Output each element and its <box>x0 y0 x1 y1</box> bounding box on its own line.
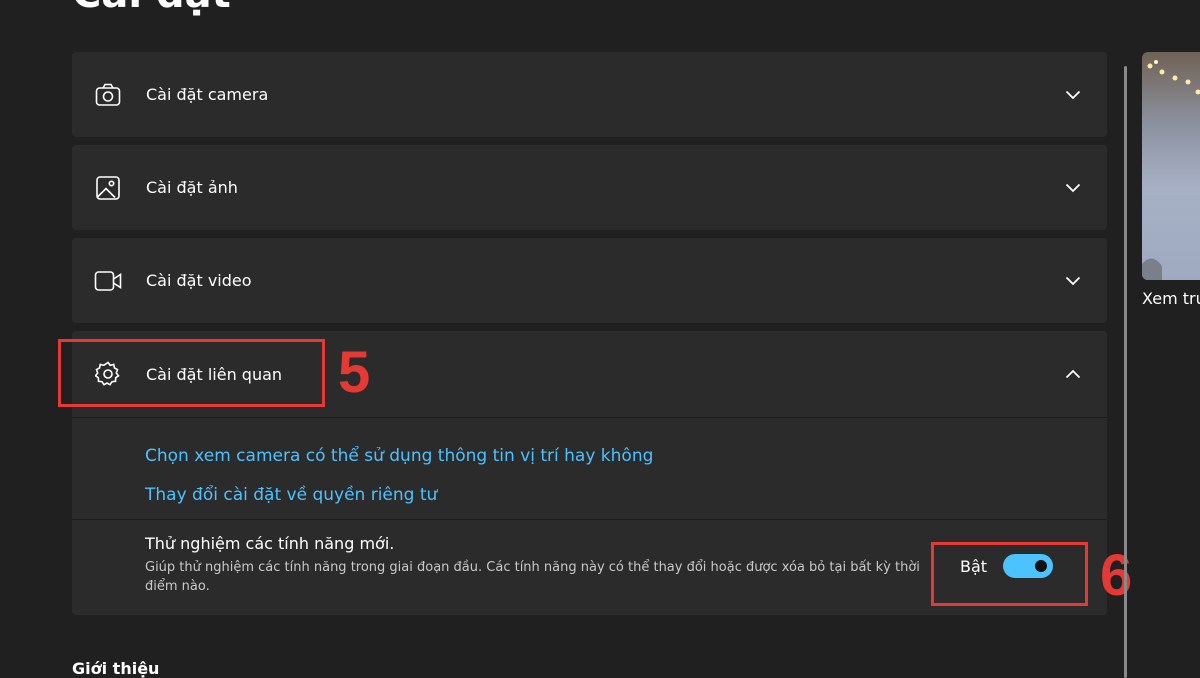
camera-settings-card[interactable]: Cài đặt camera <box>72 52 1107 137</box>
camera-settings-row[interactable]: Cài đặt camera <box>72 52 1107 137</box>
about-heading: Giới thiệu <box>72 659 159 678</box>
experimental-features-description: Giúp thử nghiệm các tính năng trong giai… <box>145 558 935 596</box>
video-settings-row[interactable]: Cài đặt video <box>72 238 1107 323</box>
privacy-settings-link[interactable]: Thay đổi cài đặt về quyền riêng tư <box>145 485 1107 505</box>
chevron-down-icon[interactable] <box>1061 83 1085 107</box>
annotation-number-6: 6 <box>1100 547 1132 605</box>
chevron-down-icon[interactable] <box>1061 269 1085 293</box>
image-icon <box>94 174 122 202</box>
video-settings-card[interactable]: Cài đặt video <box>72 238 1107 323</box>
related-links: Chọn xem camera có thể sử dụng thông tin… <box>72 417 1107 519</box>
annotation-number-5: 5 <box>338 344 370 402</box>
video-icon <box>94 267 122 295</box>
photo-settings-row[interactable]: Cài đặt ảnh <box>72 145 1107 230</box>
photo-settings-label: Cài đặt ảnh <box>146 178 1061 197</box>
experimental-features-title: Thử nghiệm các tính năng mới. <box>145 534 394 553</box>
preview-caption[interactable]: Xem tru <box>1142 289 1200 308</box>
photo-settings-card[interactable]: Cài đặt ảnh <box>72 145 1107 230</box>
camera-preview-thumbnail[interactable] <box>1142 52 1200 280</box>
chevron-down-icon[interactable] <box>1061 176 1085 200</box>
annotation-box-step-5 <box>58 339 325 407</box>
scrollbar[interactable] <box>1124 66 1127 678</box>
page-title: Cài đặt <box>72 0 231 14</box>
annotation-box-step-6 <box>931 542 1088 606</box>
video-settings-label: Cài đặt video <box>146 271 1061 290</box>
camera-icon <box>94 81 122 109</box>
location-permission-link[interactable]: Chọn xem camera có thể sử dụng thông tin… <box>145 446 1107 466</box>
chevron-up-icon[interactable] <box>1061 362 1085 386</box>
camera-settings-label: Cài đặt camera <box>146 85 1061 104</box>
